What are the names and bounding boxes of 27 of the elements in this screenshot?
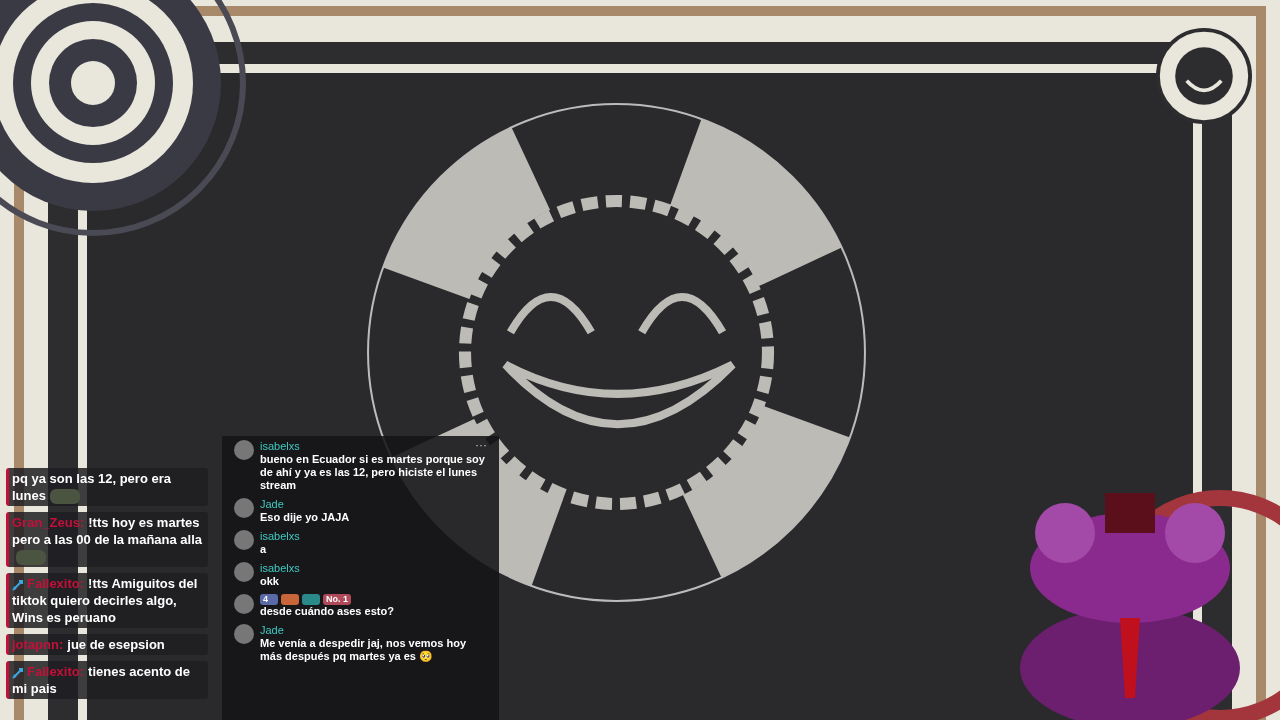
more-menu[interactable]: ··· bbox=[475, 438, 487, 452]
username: isabelxs bbox=[260, 530, 300, 543]
chat-message: desde cuándo ases esto? bbox=[260, 605, 394, 618]
username: isabelxs bbox=[260, 562, 300, 575]
user-badge: 4 bbox=[260, 594, 278, 605]
chat-message: Gran_Zeus: !tts hoy es martes pero a las 00 de la mañana alla bbox=[6, 512, 208, 568]
chat-message: Fallexito: tienes acento de mi pais bbox=[6, 661, 208, 700]
username: Jade bbox=[260, 624, 284, 637]
avatar-icon bbox=[234, 624, 254, 644]
chat-message: Eso dije yo JAJA bbox=[260, 511, 350, 524]
chat-message: okk bbox=[260, 575, 280, 588]
avatar-icon bbox=[234, 594, 254, 614]
avatar-icon bbox=[234, 562, 254, 582]
username: isabelxs bbox=[260, 440, 300, 453]
badge-icon bbox=[281, 594, 299, 605]
chat-message: Fallexito: !tts Amiguitos del tiktok quiero decirles algo, Wins es peruano bbox=[6, 573, 208, 629]
avatar-icon bbox=[234, 530, 254, 550]
chat-message: pq ya son las 12, pero era lunes bbox=[6, 468, 208, 507]
user-badge: No. 1 bbox=[323, 594, 351, 605]
chat-message: jotapnn: jue de esepsion bbox=[6, 634, 208, 656]
avatar-icon bbox=[234, 498, 254, 518]
chat-message: Me venía a despedir jaj, nos vemos hoy más después pq martes ya es 🥺 bbox=[260, 637, 468, 663]
badge-icon bbox=[302, 594, 320, 605]
chat-message: bueno en Ecuador si es martes porque soy de ahí y ya es las 12, pero hiciste el lunes stream bbox=[260, 453, 486, 492]
username: Jade bbox=[260, 498, 284, 511]
chat-message: a bbox=[260, 543, 268, 556]
avatar-icon bbox=[234, 440, 254, 460]
